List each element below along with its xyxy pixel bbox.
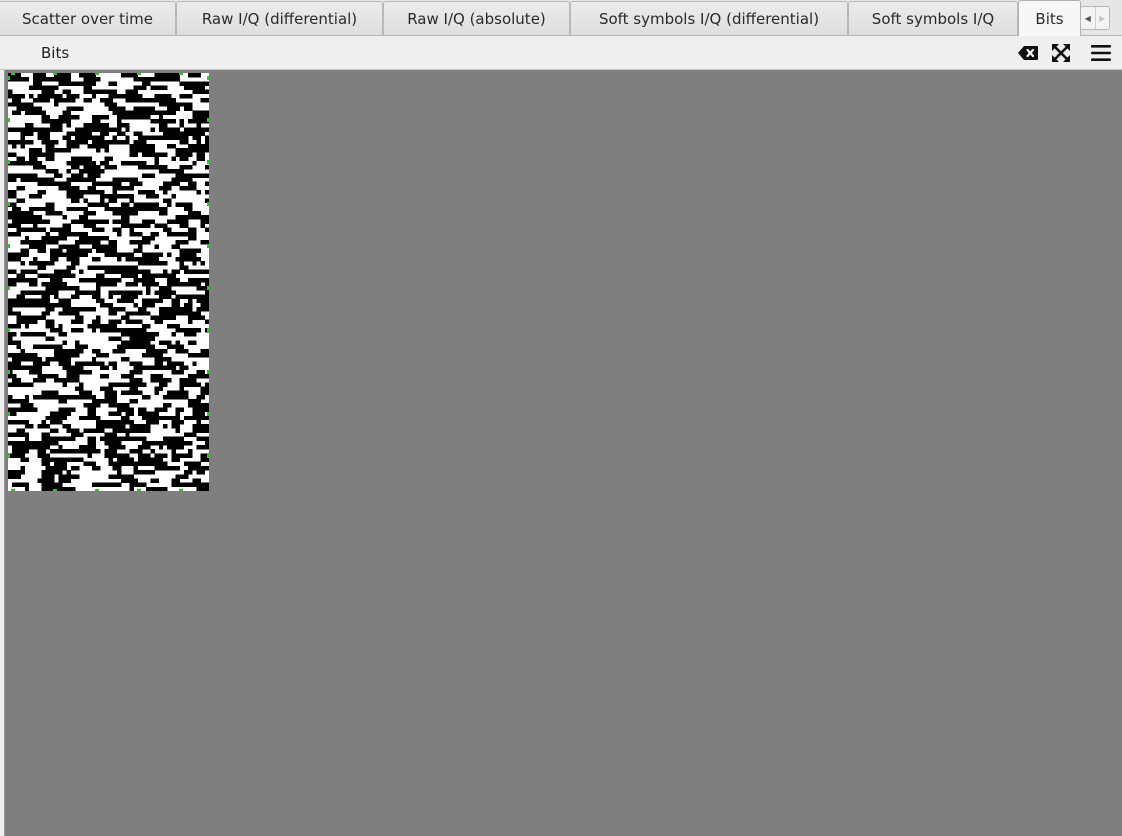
scroll-left-arrow-icon[interactable]: ◀ [1081, 7, 1095, 29]
tab-scatter-over-time[interactable]: Scatter over time [0, 1, 176, 35]
tab-soft-symbols-iq-differential[interactable]: Soft symbols I/Q (differential) [570, 1, 848, 35]
tab-label: Soft symbols I/Q [871, 9, 995, 28]
bits-raster [8, 73, 209, 491]
plot-title: Bits [41, 44, 70, 62]
scroll-right-arrow-icon[interactable]: ▶ [1094, 7, 1110, 29]
fullscreen-icon[interactable] [1050, 43, 1072, 63]
tab-soft-symbols-iq[interactable]: Soft symbols I/Q [848, 1, 1018, 35]
tab-label: Scatter over time [22, 9, 153, 28]
tab-label: Raw I/Q (differential) [201, 9, 358, 28]
clear-icon[interactable] [1017, 43, 1039, 63]
tab-bits[interactable]: Bits [1018, 0, 1081, 36]
tab-raw-iq-absolute[interactable]: Raw I/Q (absolute) [383, 1, 570, 35]
tab-label: Soft symbols I/Q (differential) [598, 9, 820, 28]
tab-label: Raw I/Q (absolute) [407, 9, 546, 28]
plot-area[interactable] [4, 70, 1122, 836]
tab-raw-iq-differential[interactable]: Raw I/Q (differential) [176, 1, 383, 35]
plot-header: Bits [0, 36, 1122, 70]
tab-label: Bits [1035, 9, 1064, 28]
tab-bar: Scatter over time Raw I/Q (differential)… [0, 0, 1122, 36]
tab-scroll-buttons: ◀ ▶ [1080, 6, 1110, 30]
hamburger-menu-icon[interactable] [1090, 43, 1112, 63]
